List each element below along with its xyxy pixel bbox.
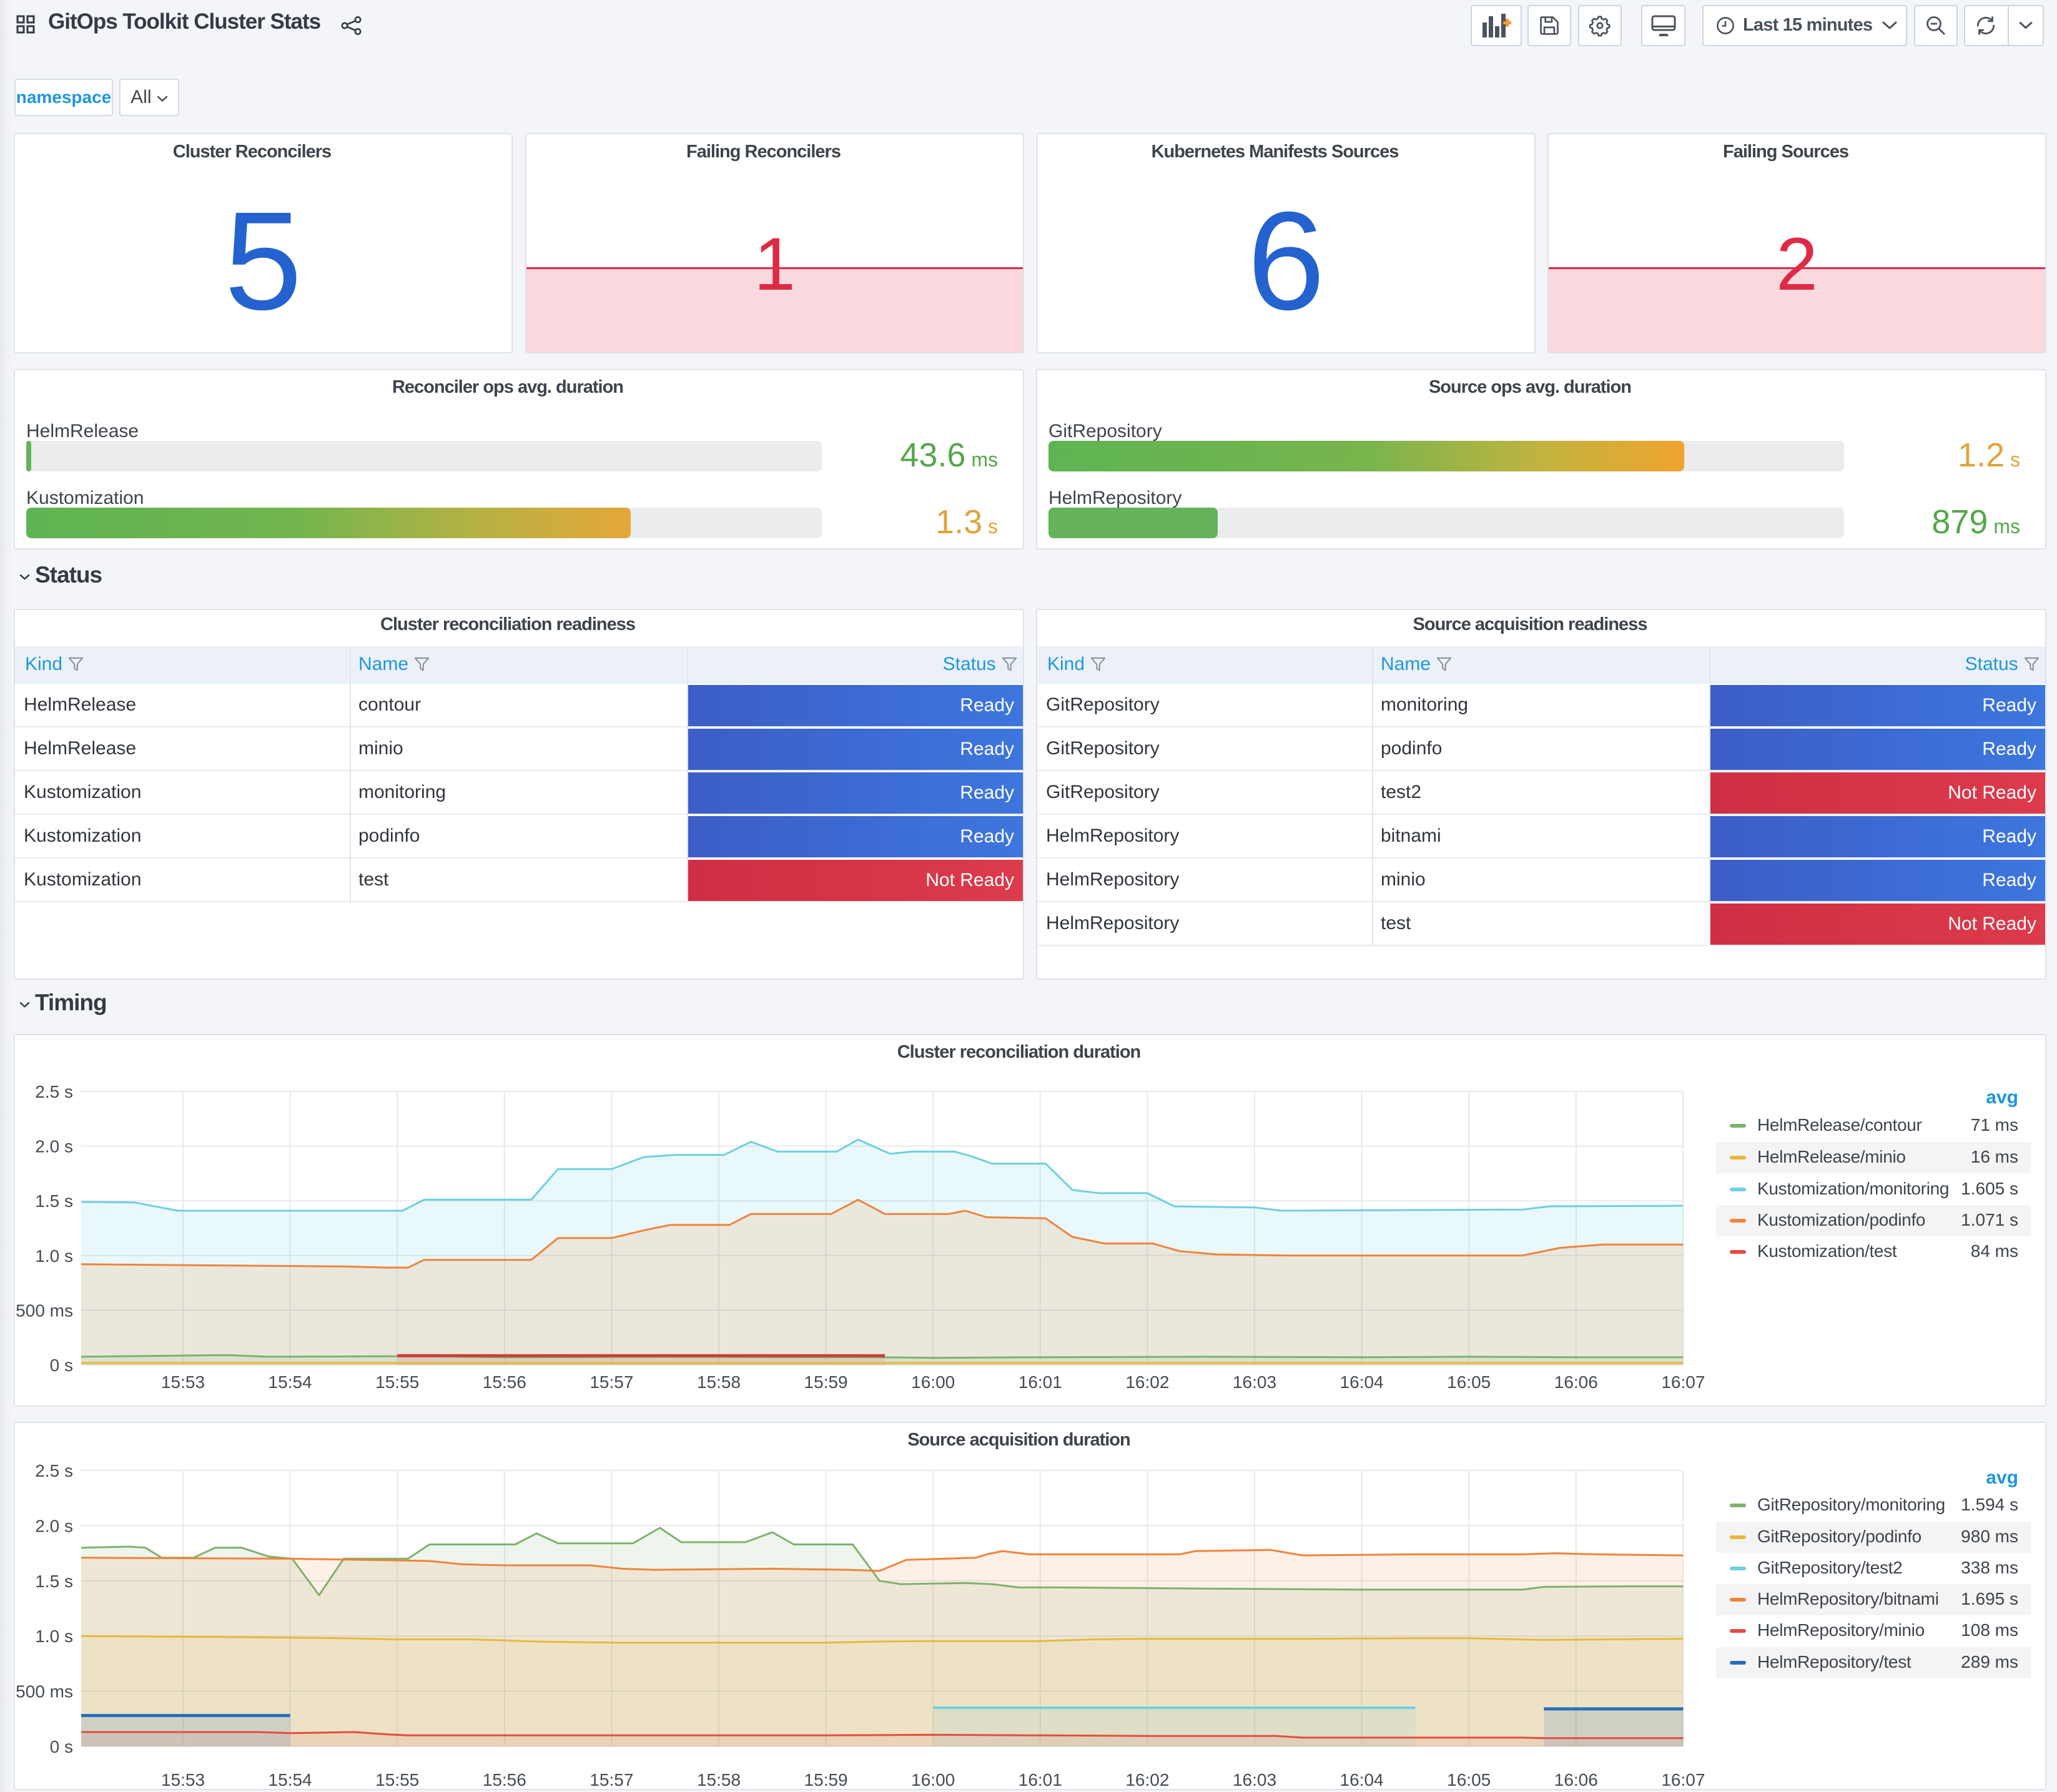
svg-text:2.0 s: 2.0 s bbox=[35, 1516, 73, 1535]
svg-text:15:58: 15:58 bbox=[697, 1770, 741, 1790]
svg-text:16:03: 16:03 bbox=[1233, 1770, 1276, 1790]
svg-text:1.0 s: 1.0 s bbox=[35, 1627, 73, 1646]
svg-text:15:59: 15:59 bbox=[804, 1372, 848, 1392]
svg-text:16:03: 16:03 bbox=[1233, 1372, 1276, 1392]
svg-text:15:54: 15:54 bbox=[269, 1770, 312, 1790]
svg-text:16:04: 16:04 bbox=[1340, 1372, 1384, 1392]
svg-text:16:04: 16:04 bbox=[1340, 1770, 1384, 1790]
svg-text:16:06: 16:06 bbox=[1554, 1372, 1598, 1392]
svg-text:16:07: 16:07 bbox=[1661, 1770, 1705, 1790]
svg-text:16:02: 16:02 bbox=[1125, 1372, 1169, 1392]
svg-text:1.5 s: 1.5 s bbox=[35, 1572, 73, 1591]
svg-text:15:53: 15:53 bbox=[161, 1770, 205, 1790]
svg-text:2.5 s: 2.5 s bbox=[35, 1082, 73, 1101]
svg-text:15:54: 15:54 bbox=[269, 1372, 312, 1392]
svg-text:16:05: 16:05 bbox=[1447, 1372, 1491, 1392]
svg-text:0 s: 0 s bbox=[50, 1737, 73, 1756]
svg-text:16:07: 16:07 bbox=[1661, 1372, 1705, 1392]
svg-text:16:00: 16:00 bbox=[911, 1770, 955, 1790]
svg-text:16:06: 16:06 bbox=[1554, 1770, 1598, 1790]
svg-text:0 s: 0 s bbox=[50, 1356, 73, 1375]
svg-text:2.0 s: 2.0 s bbox=[35, 1137, 73, 1156]
svg-text:500 ms: 500 ms bbox=[16, 1682, 73, 1701]
svg-text:15:57: 15:57 bbox=[589, 1770, 633, 1790]
svg-text:15:53: 15:53 bbox=[161, 1372, 205, 1392]
svg-text:15:58: 15:58 bbox=[697, 1372, 741, 1392]
svg-text:16:02: 16:02 bbox=[1125, 1770, 1169, 1790]
svg-text:15:55: 15:55 bbox=[375, 1770, 419, 1790]
svg-text:16:01: 16:01 bbox=[1019, 1770, 1062, 1790]
svg-text:15:56: 15:56 bbox=[483, 1770, 526, 1790]
svg-text:1.0 s: 1.0 s bbox=[35, 1246, 73, 1266]
svg-text:16:01: 16:01 bbox=[1019, 1372, 1062, 1392]
svg-text:1.5 s: 1.5 s bbox=[35, 1191, 73, 1211]
svg-text:500 ms: 500 ms bbox=[16, 1301, 73, 1320]
svg-text:15:59: 15:59 bbox=[804, 1770, 848, 1790]
svg-text:15:56: 15:56 bbox=[483, 1372, 526, 1392]
svg-text:16:05: 16:05 bbox=[1447, 1770, 1491, 1790]
svg-text:16:00: 16:00 bbox=[911, 1372, 955, 1392]
svg-text:15:55: 15:55 bbox=[375, 1372, 419, 1392]
svg-text:2.5 s: 2.5 s bbox=[35, 1461, 73, 1480]
svg-text:15:57: 15:57 bbox=[589, 1372, 633, 1392]
